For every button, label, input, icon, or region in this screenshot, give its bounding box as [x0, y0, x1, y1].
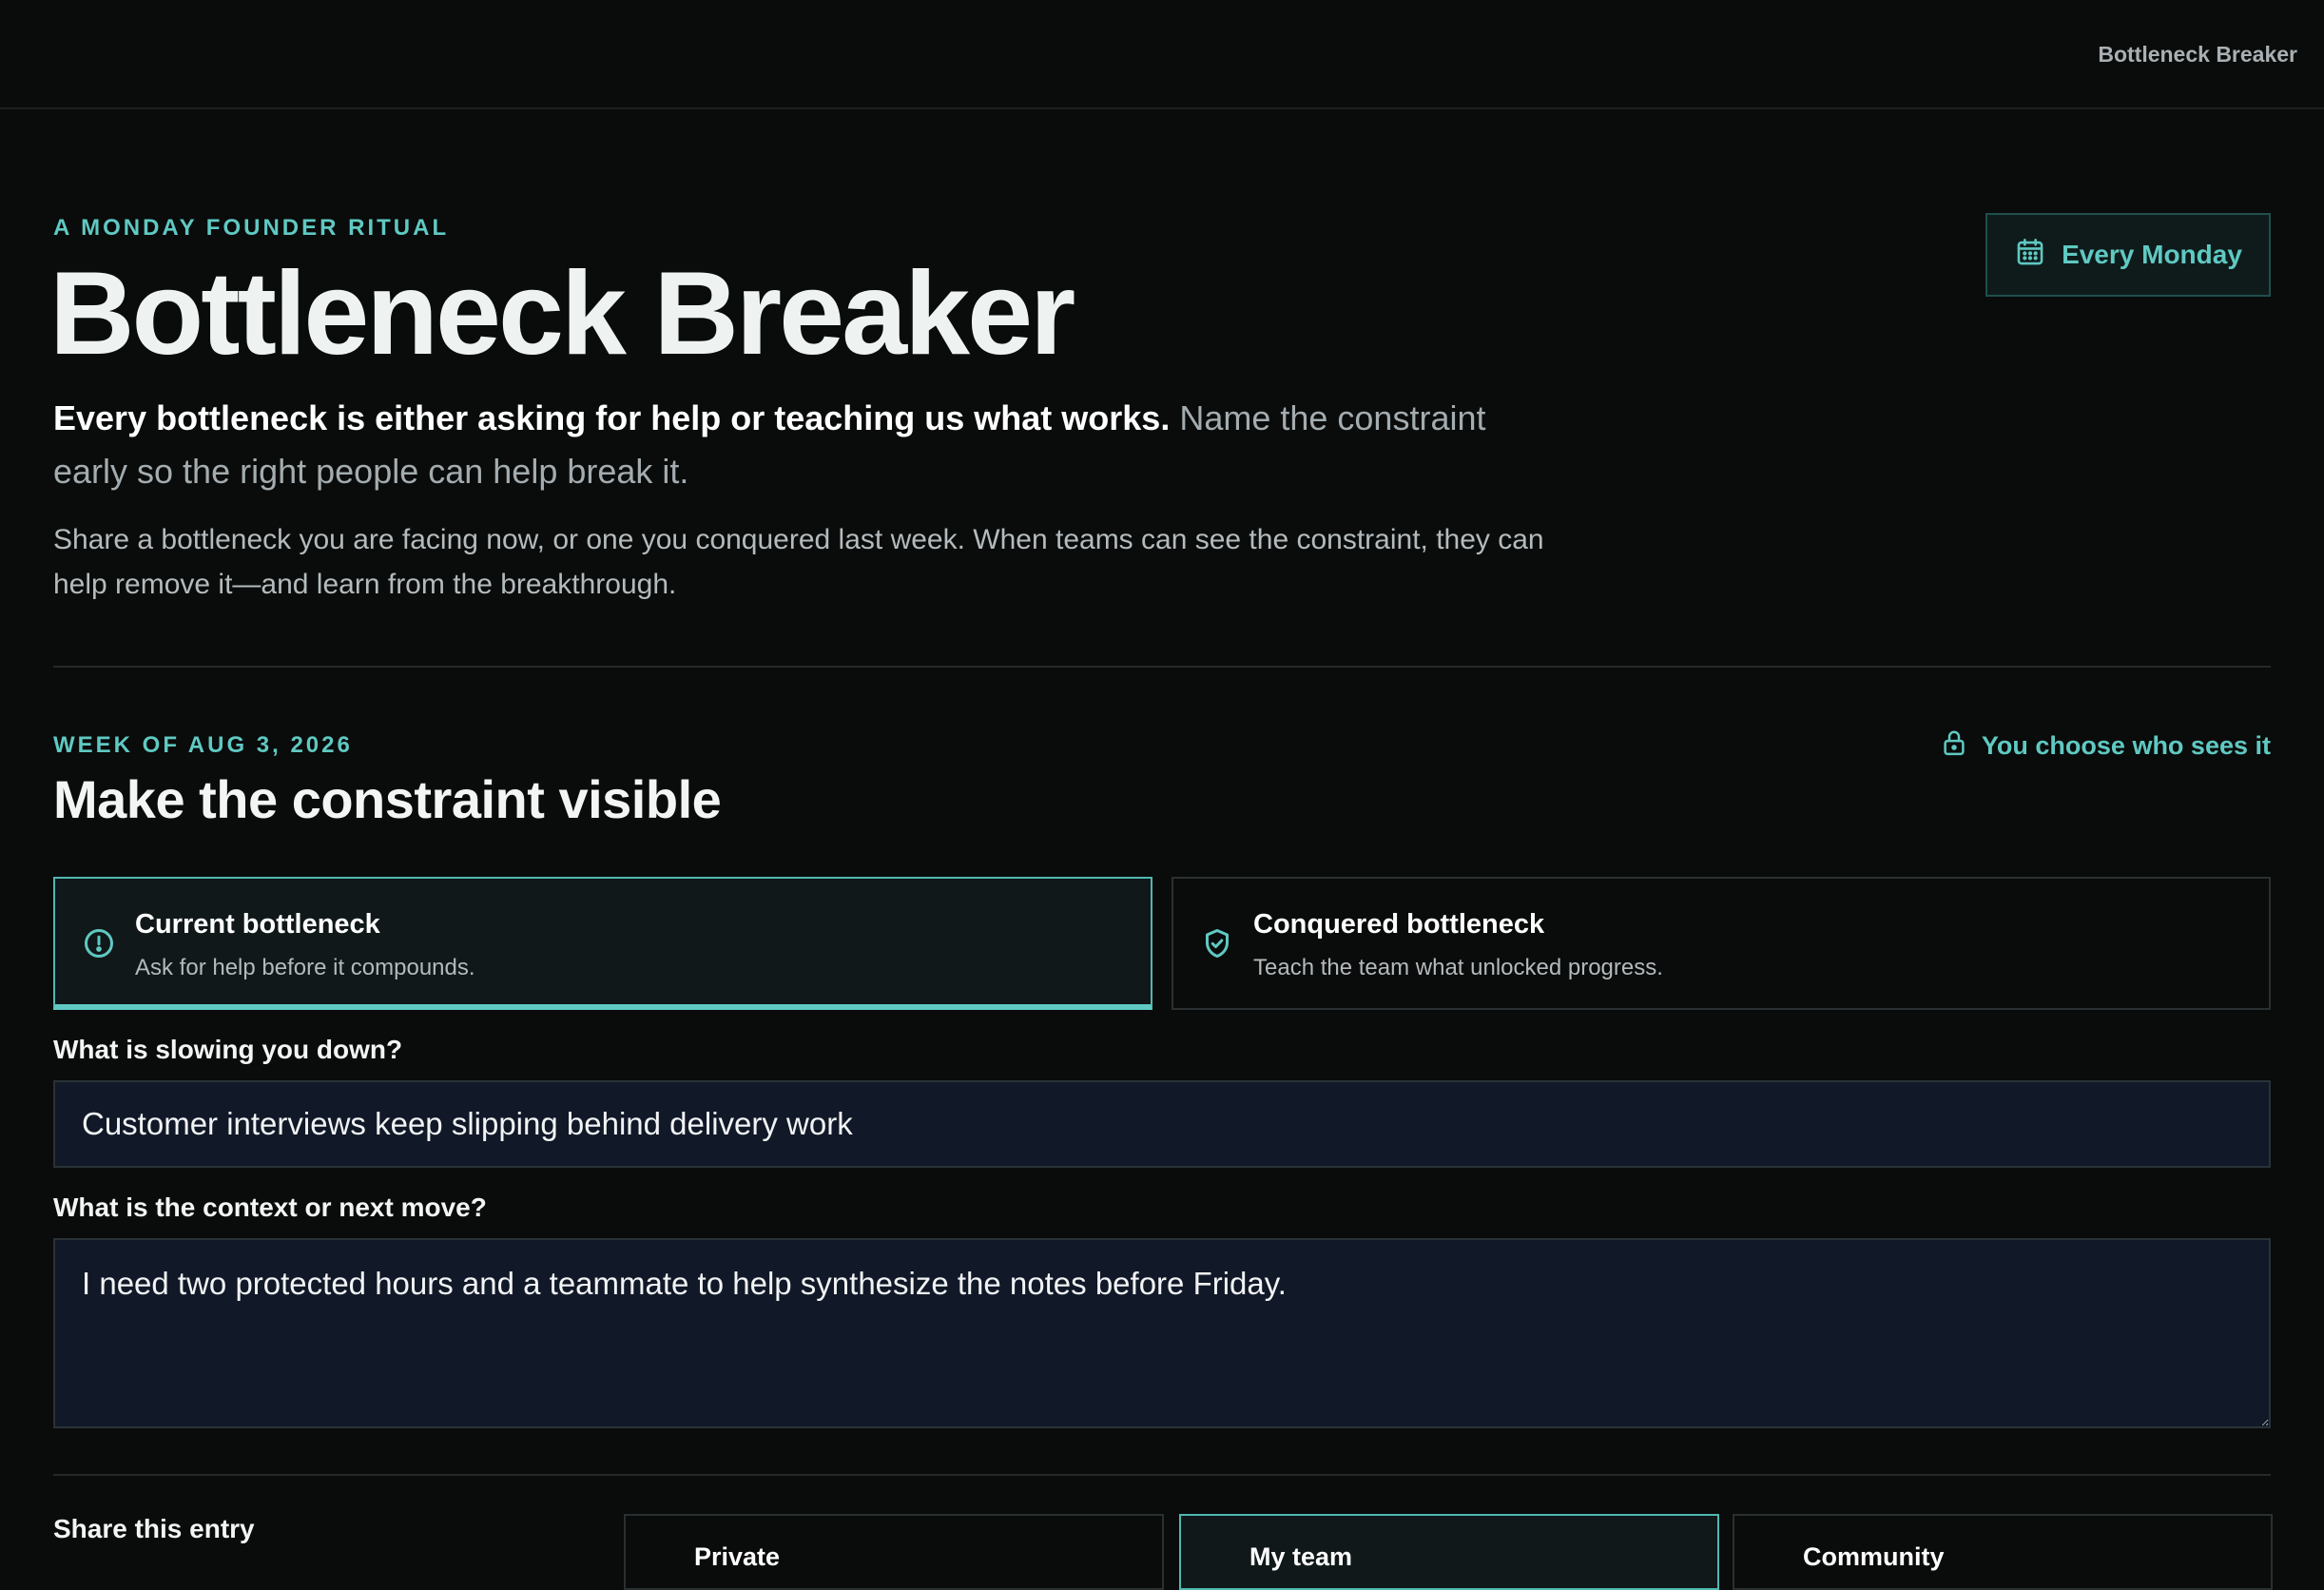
section-title: Make the constraint visible: [53, 769, 722, 829]
alert-circle-icon: [82, 926, 116, 965]
hero-description: Share a bottleneck you are facing now, o…: [53, 524, 1544, 600]
hero-lead-emphasis: Every bottleneck is either asking for he…: [53, 398, 1171, 437]
share-option-label: Community: [1803, 1542, 1945, 1571]
schedule-label: Every Monday: [2062, 240, 2242, 269]
share-option-community[interactable]: Community: [1733, 1514, 2273, 1590]
calendar-icon: [2014, 236, 2046, 275]
hero-eyebrow: A MONDAY FOUNDER RITUAL: [53, 215, 450, 241]
shield-check-icon: [1200, 926, 1234, 965]
share-option-label: Private: [694, 1542, 781, 1571]
option-subtitle: Teach the team what unlocked progress.: [1253, 955, 1663, 980]
privacy-note[interactable]: You choose who sees it: [1940, 728, 2271, 764]
share-option-label: My team: [1249, 1542, 1353, 1571]
share-divider: [53, 1474, 2271, 1476]
share-label: Share this entry: [53, 1514, 255, 1543]
section-divider: [53, 666, 2271, 668]
week-label: WEEK OF AUG 3, 2026: [53, 732, 353, 758]
slowing-field-label: What is slowing you down?: [53, 1035, 403, 1064]
schedule-button[interactable]: Every Monday: [1985, 213, 2271, 297]
conquered-bottleneck-option[interactable]: Conquered bottleneck Teach the team what…: [1172, 877, 2271, 1010]
option-subtitle: Ask for help before it compounds.: [135, 955, 475, 980]
option-title: Conquered bottleneck: [1253, 909, 1545, 940]
privacy-note-label: You choose who sees it: [1981, 731, 2271, 760]
brand-name[interactable]: Bottleneck Breaker: [2098, 42, 2297, 68]
hero-lead: Every bottleneck is either asking for he…: [53, 392, 1537, 498]
share-option-my-team[interactable]: My team: [1179, 1514, 1719, 1590]
context-field-label: What is the context or next move?: [53, 1192, 487, 1222]
top-bar: Bottleneck Breaker: [0, 0, 2324, 109]
share-option-private[interactable]: Private: [624, 1514, 1164, 1590]
option-title: Current bottleneck: [135, 909, 380, 940]
current-bottleneck-option[interactable]: Current bottleneck Ask for help before i…: [53, 877, 1152, 1010]
context-textarea[interactable]: I need two protected hours and a teammat…: [53, 1238, 2271, 1428]
page-title: Bottleneck Breaker: [49, 248, 1075, 379]
slowing-input[interactable]: [53, 1080, 2271, 1168]
lock-icon: [1940, 728, 1968, 764]
